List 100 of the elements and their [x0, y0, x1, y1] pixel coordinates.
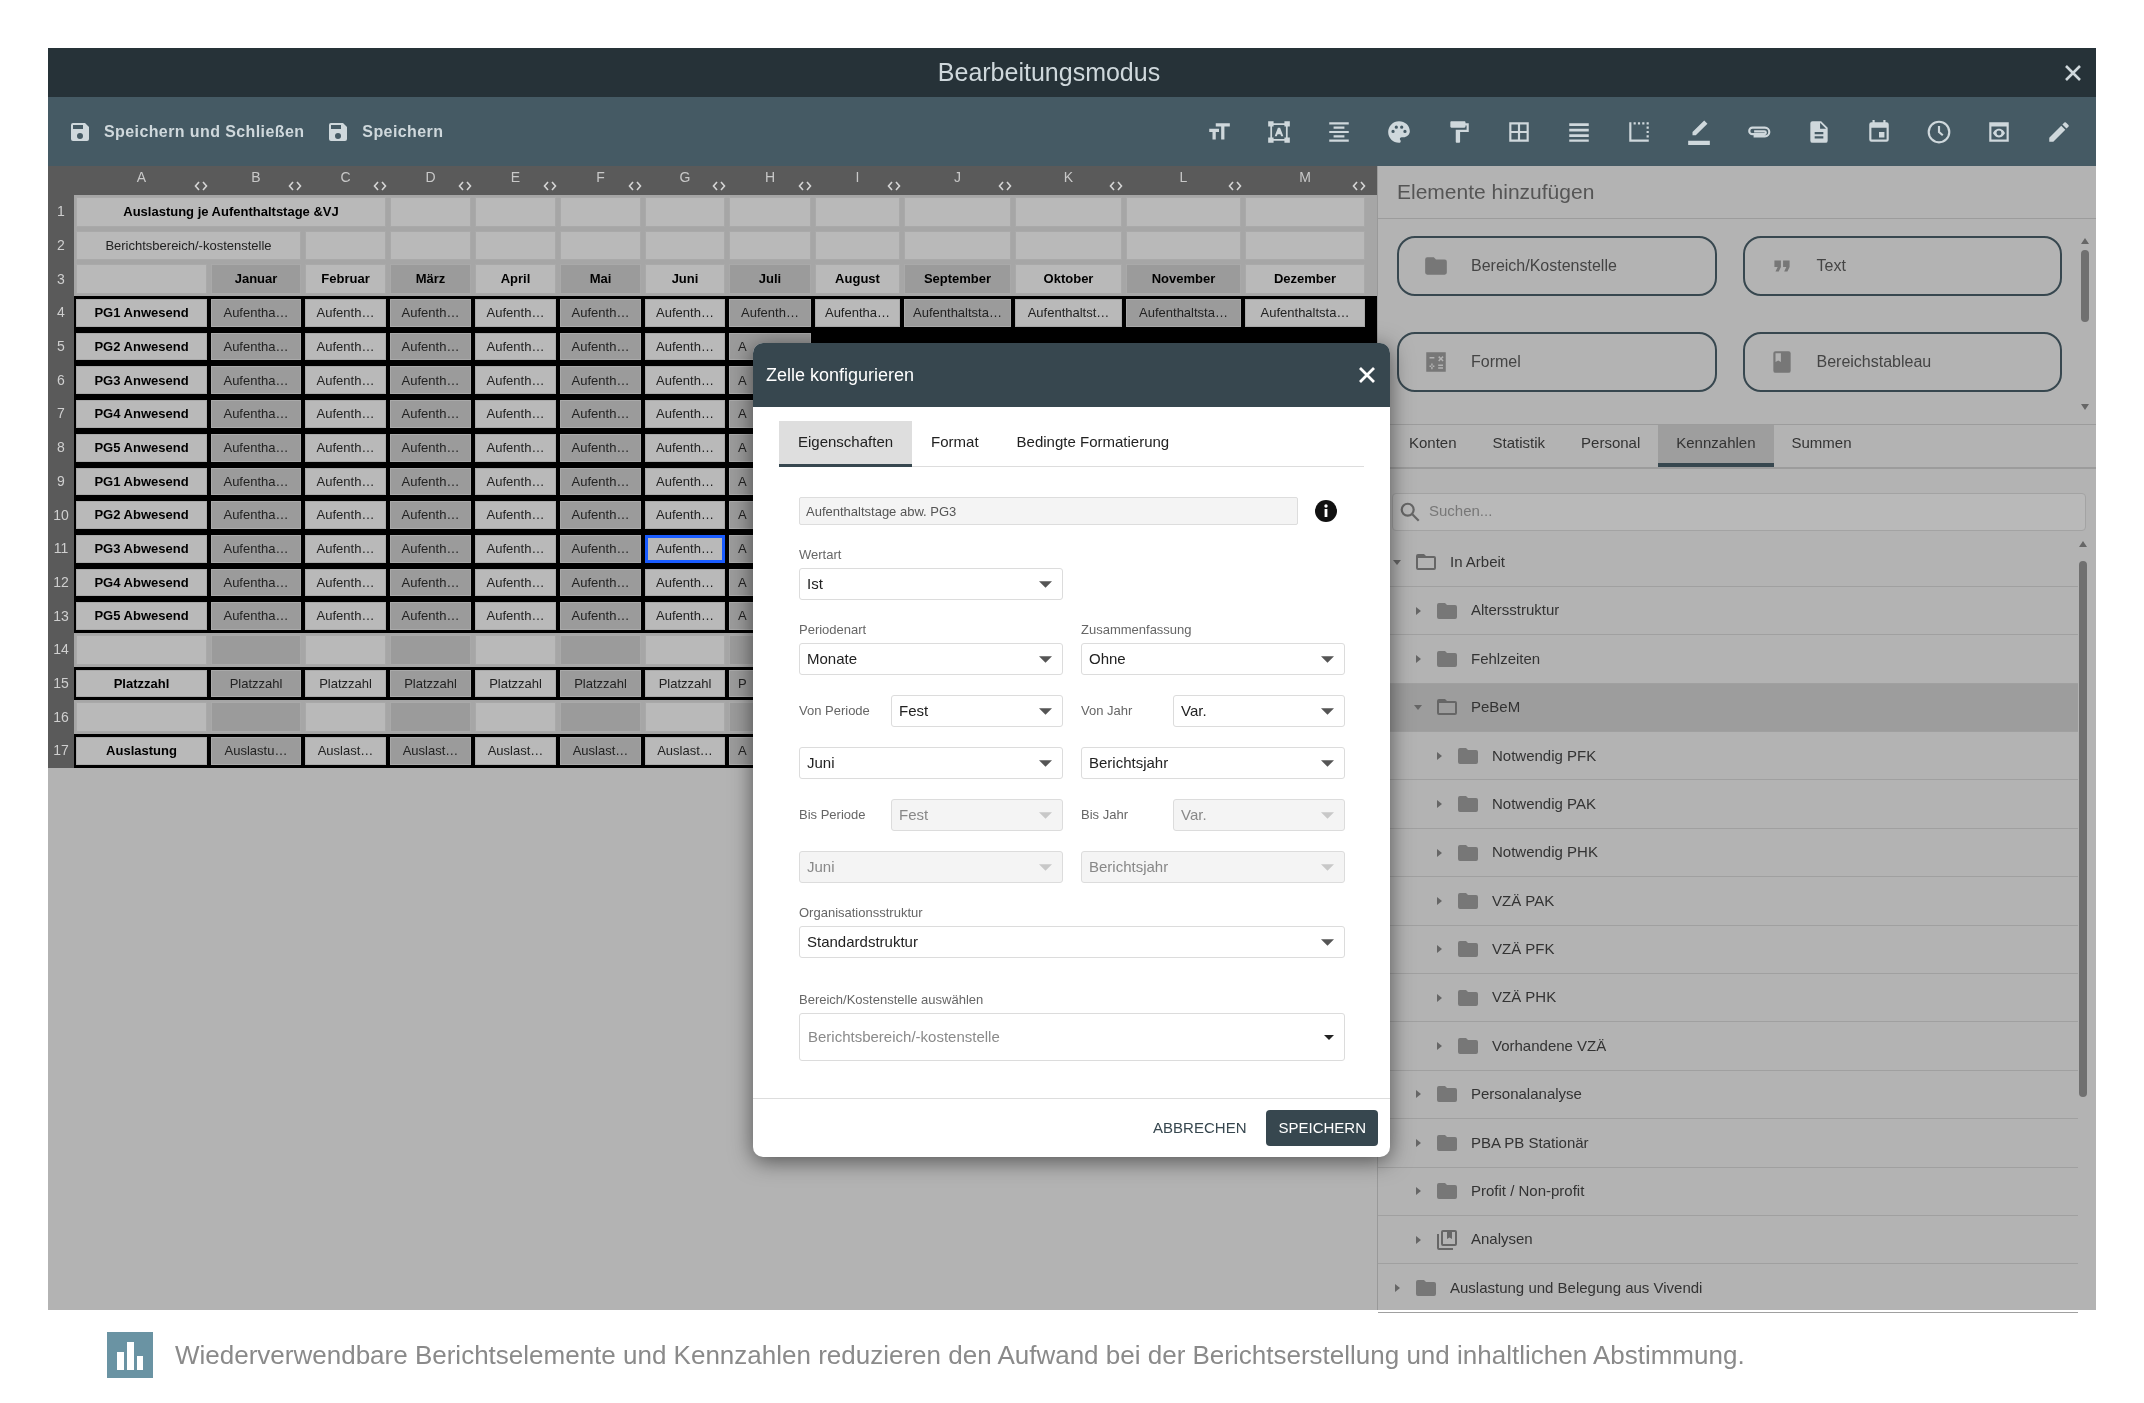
calendar-icon[interactable] [1866, 118, 1892, 145]
resize-handle-icon[interactable] [628, 181, 642, 191]
tree-item[interactable]: Profit / Non-profit [1378, 1167, 2078, 1216]
table-cell[interactable]: Aufenth… [390, 299, 471, 327]
table-cell[interactable]: Aufentha… [211, 299, 301, 327]
month-header[interactable]: Mai [560, 264, 641, 295]
info-icon[interactable] [1315, 500, 1337, 522]
row-label[interactable]: PG3 Anwesend [76, 366, 207, 395]
table-cell[interactable]: Aufenth… [560, 433, 641, 462]
table-cell[interactable]: Platzzahl [475, 669, 556, 698]
table-cell[interactable]: Aufentha… [211, 400, 301, 428]
table-cell[interactable]: Aufenth… [305, 467, 386, 496]
table-cell[interactable]: Aufenth… [560, 602, 641, 630]
table-cell[interactable] [560, 634, 641, 665]
table-cell[interactable]: Aufenthaltsta… [1126, 299, 1241, 327]
row-label[interactable]: PG3 Abwesend [76, 534, 207, 563]
table-cell[interactable]: Aufenth… [305, 332, 386, 361]
month-header[interactable]: März [390, 264, 471, 295]
caret-icon[interactable] [1434, 750, 1444, 761]
row-label[interactable]: PG5 Anwesend [76, 433, 207, 462]
dropdown[interactable]: Berichtsbereich/-kostenstelle [799, 1013, 1345, 1061]
caret-icon[interactable] [1413, 1234, 1423, 1245]
table-cell[interactable]: Auslast… [475, 737, 556, 765]
save-button[interactable]: SPEICHERN [1266, 1109, 1378, 1147]
dropdown[interactable]: Standardstruktur [799, 926, 1345, 958]
row-label[interactable]: PG4 Anwesend [76, 400, 207, 428]
resize-handle-icon[interactable] [543, 181, 557, 191]
table-cell[interactable]: Aufenthaltst… [1015, 299, 1122, 327]
table-cell[interactable]: Aufenth… [305, 400, 386, 428]
caret-icon[interactable] [1434, 847, 1444, 858]
table-cell[interactable]: Aufenth… [560, 467, 641, 496]
tree-item[interactable]: Analysen [1378, 1215, 2078, 1265]
table-cell[interactable]: Aufenth… [475, 501, 556, 529]
month-header[interactable]: Juni [645, 264, 725, 295]
table-cell[interactable]: Aufenth… [560, 366, 641, 395]
table-cell[interactable]: Auslast… [560, 737, 641, 765]
tab[interactable]: Konten [1391, 424, 1475, 467]
resize-handle-icon[interactable] [1352, 181, 1366, 191]
caret-icon[interactable] [1413, 653, 1423, 664]
search-field[interactable]: Suchen... [1392, 492, 2086, 531]
table-cell[interactable] [475, 634, 556, 665]
table-cell[interactable]: Aufenth… [305, 602, 386, 630]
month-header[interactable]: Dezember [1245, 264, 1365, 295]
row-label[interactable]: PG1 Anwesend [76, 299, 207, 327]
month-header[interactable]: Juli [729, 264, 811, 295]
table-cell[interactable]: Aufenth… [560, 534, 641, 563]
month-header[interactable]: Februar [305, 264, 386, 295]
resize-handle-icon[interactable] [798, 181, 812, 191]
add-element-button[interactable]: Bereich/Kostenstelle [1397, 235, 1717, 296]
month-header[interactable]: April [475, 264, 556, 295]
table-cell[interactable]: Auslast… [390, 737, 471, 765]
row-label[interactable]: PG4 Abwesend [76, 568, 207, 597]
sheet-title[interactable]: Berichtsbereich/-kostenstelle [76, 230, 301, 261]
table-cell[interactable]: Aufenth… [645, 433, 725, 462]
table-cell[interactable]: Aufentha… [211, 332, 301, 361]
resize-handle-icon[interactable] [458, 181, 472, 191]
table-cell[interactable]: Aufenth… [305, 534, 386, 563]
table-cell[interactable]: Aufenth… [645, 366, 725, 395]
month-header[interactable]: Oktober [1015, 264, 1122, 295]
table-cell[interactable] [305, 634, 386, 665]
add-element-button[interactable]: Text [1742, 235, 2062, 296]
palette-icon[interactable] [1386, 118, 1412, 145]
table-cell[interactable]: Aufenth… [645, 501, 725, 529]
tab[interactable]: Format [912, 421, 998, 467]
caret-icon[interactable] [1434, 799, 1444, 810]
table-cell[interactable]: Aufenth… [390, 501, 471, 529]
table-cell[interactable]: Aufentha… [211, 534, 301, 563]
table-cell[interactable]: Aufentha… [815, 299, 900, 327]
resize-handle-icon[interactable] [288, 181, 302, 191]
table-cell[interactable] [76, 264, 207, 295]
add-element-button[interactable]: Formel [1397, 331, 1717, 392]
table-cell[interactable] [390, 634, 471, 665]
table-cell[interactable]: Platzzahl [645, 669, 725, 698]
caret-icon[interactable] [1413, 605, 1423, 616]
table-cell[interactable]: Platzzahl [211, 669, 301, 698]
table-cell[interactable]: Aufenth… [390, 366, 471, 395]
table-cell[interactable]: Aufentha… [211, 501, 301, 529]
table-cell[interactable]: Aufenth… [305, 366, 386, 395]
tree-item[interactable]: Auslastung und Belegung aus Vivendi [1378, 1264, 2078, 1313]
caret-icon[interactable] [1413, 1137, 1423, 1148]
pen-underline-icon[interactable] [1686, 118, 1712, 145]
table-cell[interactable] [211, 634, 301, 665]
table-cell[interactable]: Aufenth… [390, 467, 471, 496]
tab[interactable]: Bedingte Formatierung [997, 421, 1189, 467]
table-cell[interactable]: Aufentha… [211, 602, 301, 630]
caret-icon[interactable] [1392, 1283, 1402, 1294]
table-cell[interactable]: Platzzahl [305, 669, 386, 698]
dropdown[interactable]: Fest [891, 695, 1063, 727]
table-cell[interactable]: Aufenth… [475, 534, 556, 563]
table-cell[interactable]: Auslast… [305, 737, 386, 765]
table-cell[interactable]: Aufenth… [475, 602, 556, 630]
table-cell[interactable]: Aufenth… [560, 400, 641, 428]
resize-handle-icon[interactable] [373, 181, 387, 191]
month-header[interactable]: September [904, 264, 1011, 295]
tab[interactable]: Personal [1563, 424, 1659, 467]
tab[interactable]: Summen [1773, 424, 1870, 467]
table-cell[interactable]: Aufenthaltsta… [904, 299, 1011, 327]
table-cell[interactable]: Aufenth… [390, 602, 471, 630]
table-cell[interactable]: Aufenth… [560, 299, 641, 327]
row-label[interactable]: PG2 Abwesend [76, 501, 207, 529]
